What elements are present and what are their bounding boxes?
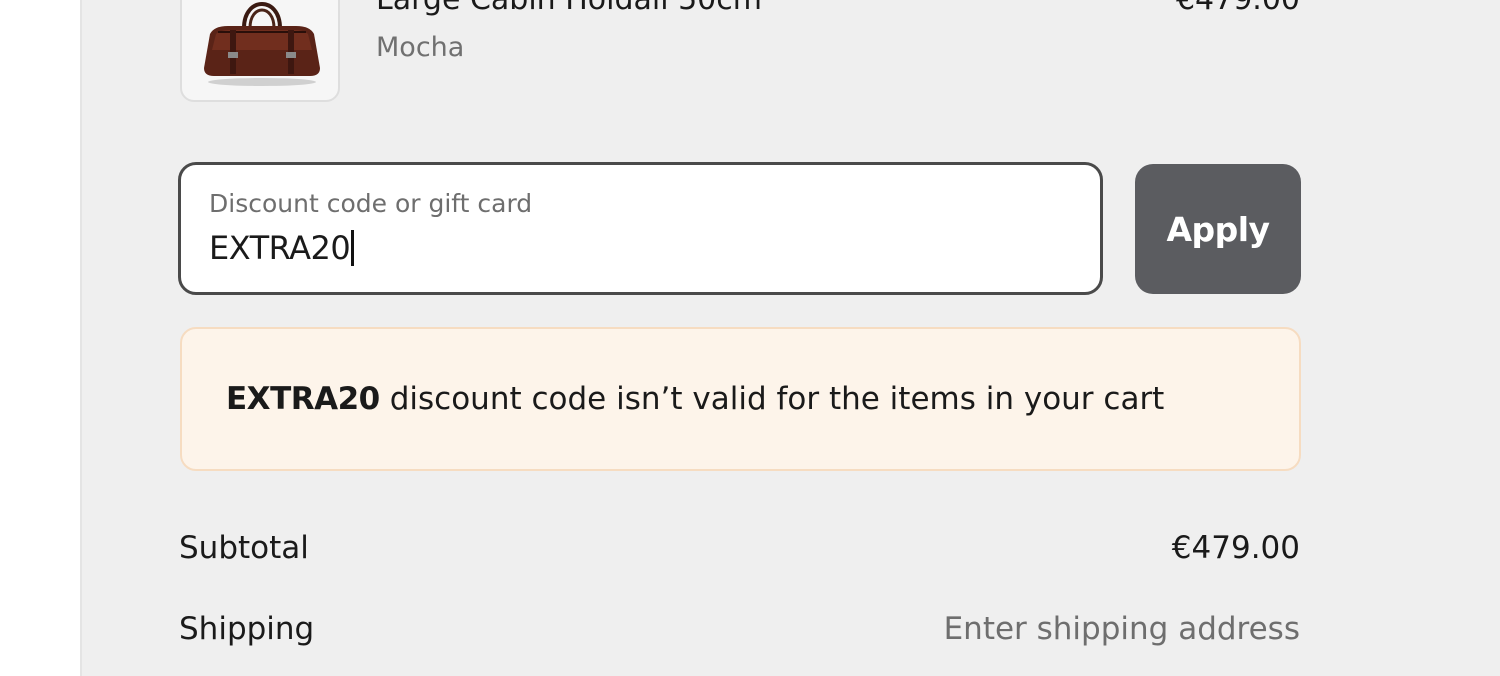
product-variant: Mocha — [376, 32, 465, 63]
apply-button[interactable]: Apply — [1135, 164, 1301, 294]
subtotal-row: Subtotal €479.00 — [179, 530, 1300, 566]
error-message: discount code isn’t valid for the items … — [389, 381, 1165, 417]
error-discount-code: EXTRA20 — [226, 381, 380, 417]
page-background-left — [0, 0, 80, 676]
product-thumbnail — [180, 0, 340, 102]
product-name: Large Cabin Holdall 50cm — [376, 0, 762, 17]
product-price: €479.00 — [1176, 0, 1300, 17]
subtotal-label: Subtotal — [179, 530, 309, 566]
text-cursor — [351, 230, 355, 266]
discount-error-banner: EXTRA20 discount code isn’t valid for th… — [180, 327, 1301, 471]
discount-input[interactable]: EXTRA20 — [209, 227, 355, 269]
discount-code-field[interactable]: Discount code or gift card EXTRA20 — [178, 162, 1103, 295]
discount-input-value: EXTRA20 — [209, 229, 351, 267]
shipping-value: Enter shipping address — [943, 611, 1300, 647]
shipping-label: Shipping — [179, 611, 315, 647]
holdall-bag-image — [204, 2, 320, 86]
shipping-row: Shipping Enter shipping address — [179, 611, 1300, 647]
subtotal-value: €479.00 — [1171, 530, 1300, 566]
discount-field-label: Discount code or gift card — [209, 189, 533, 218]
